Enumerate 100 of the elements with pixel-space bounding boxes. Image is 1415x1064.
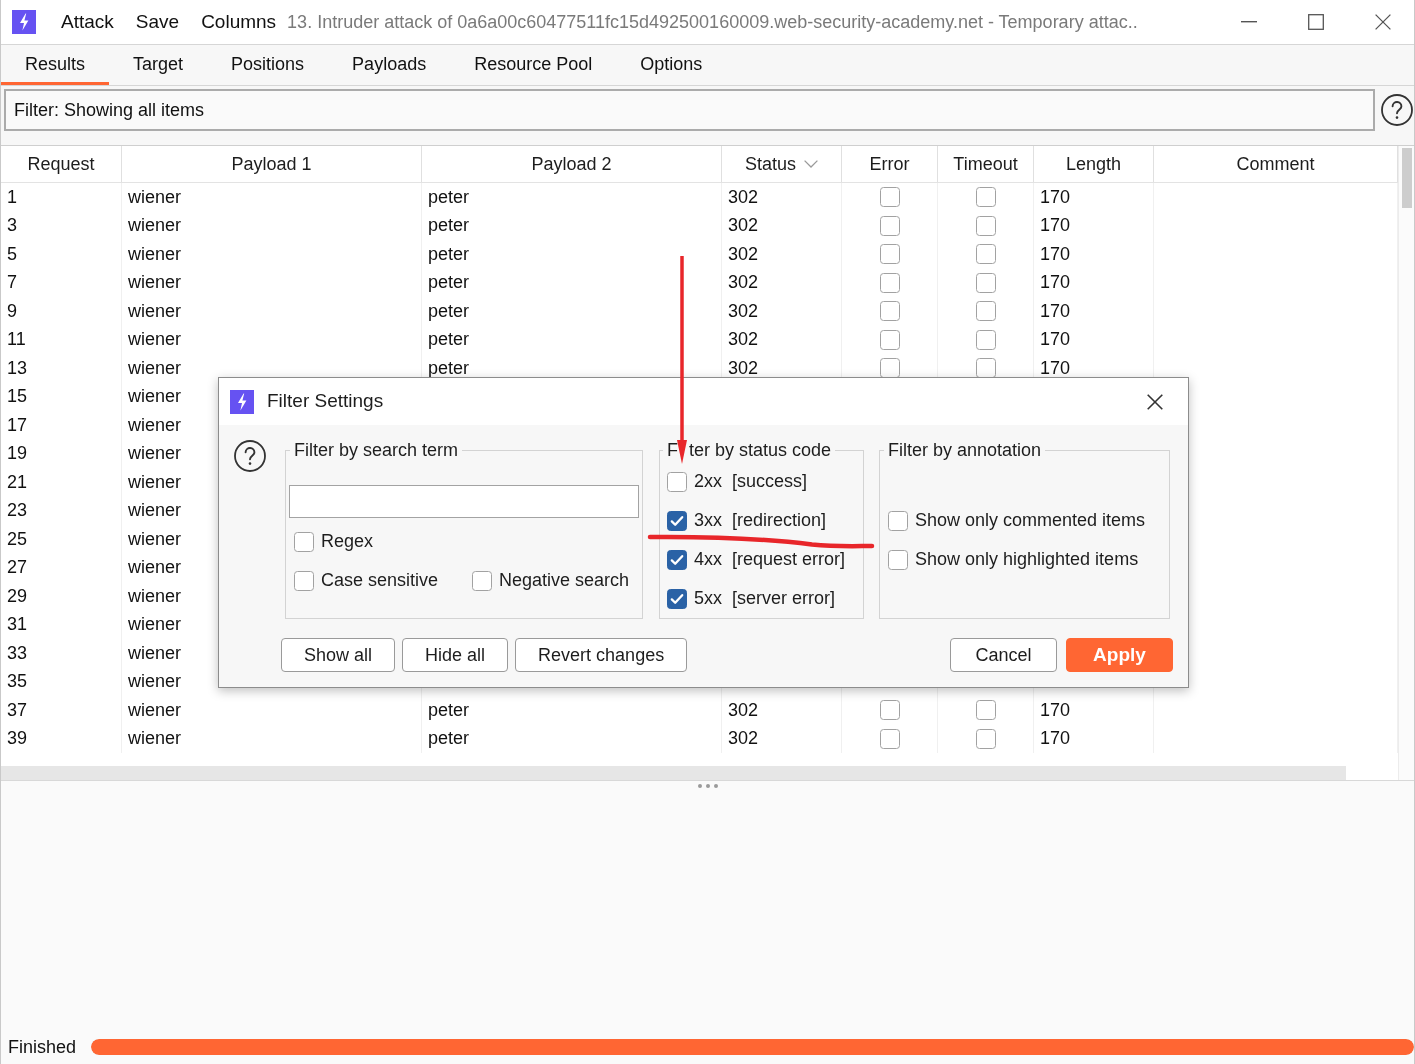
help-icon[interactable] — [1381, 94, 1413, 126]
table-cell: 31 — [1, 610, 122, 639]
checkbox[interactable] — [667, 549, 687, 570]
close-icon[interactable] — [1375, 14, 1391, 30]
table-cell: wiener — [122, 240, 422, 269]
table-cell: peter — [422, 268, 722, 297]
grip-icon[interactable] — [697, 783, 718, 788]
tab[interactable]: Positions — [207, 45, 329, 85]
table-cell: 37 — [1, 696, 122, 725]
column-header[interactable]: Error — [842, 146, 938, 182]
checkbox[interactable] — [975, 272, 996, 293]
dialog-button[interactable]: Cancel — [950, 638, 1057, 672]
search-field[interactable] — [289, 485, 639, 518]
group-legend: ter by status code — [689, 440, 832, 460]
close-icon[interactable] — [1147, 393, 1163, 410]
column-header[interactable]: Length — [1034, 146, 1154, 182]
checkbox[interactable] — [879, 215, 900, 236]
table-cell: 302 — [722, 240, 842, 269]
checkbox-label[interactable]: [server error] — [732, 585, 836, 612]
checkbox[interactable] — [879, 329, 900, 350]
table-cell: peter — [422, 183, 722, 212]
table-cell: 302 — [722, 724, 842, 753]
table-cell: 21 — [1, 468, 122, 497]
checkbox[interactable] — [879, 187, 900, 208]
column-header[interactable]: Timeout — [938, 146, 1034, 182]
lightning-logo-icon — [12, 10, 36, 34]
checkbox[interactable] — [294, 531, 314, 552]
checkbox-label[interactable]: [redirection] — [732, 507, 827, 534]
minimize-icon[interactable] — [1241, 21, 1257, 23]
checkbox[interactable] — [879, 728, 900, 749]
tab[interactable]: Target — [109, 45, 208, 85]
checkbox[interactable] — [667, 588, 687, 609]
scrollbar-thumb[interactable] — [1401, 148, 1412, 208]
column-header[interactable]: Payload 2 — [422, 146, 722, 182]
checkbox[interactable] — [879, 358, 900, 379]
status-code-label[interactable]: 5xx — [694, 585, 722, 612]
tab[interactable]: Options — [616, 45, 727, 85]
dialog-button[interactable]: Revert changes — [515, 638, 688, 672]
table-cell: 15 — [1, 382, 122, 411]
table-cell: peter — [422, 240, 722, 269]
checkbox-label[interactable]: Show only commented items — [915, 507, 1146, 534]
checkbox[interactable] — [888, 510, 908, 531]
table-cell: peter — [422, 211, 722, 240]
table-cell: wiener — [122, 696, 422, 725]
group-legend: F — [667, 440, 678, 460]
filter-bar[interactable]: Filter: Showing all items — [4, 89, 1375, 131]
table-cell: 39 — [1, 724, 122, 753]
table-cell: 170 — [1034, 268, 1154, 297]
status-code-label[interactable]: 2xx — [694, 468, 722, 495]
table-cell: 170 — [1034, 211, 1154, 240]
table-cell: 3 — [1, 211, 122, 240]
checkbox[interactable] — [667, 471, 687, 492]
checkbox[interactable] — [975, 244, 996, 265]
checkbox[interactable] — [294, 570, 314, 591]
checkbox[interactable] — [975, 215, 996, 236]
checkbox[interactable] — [879, 244, 900, 265]
table-cell: 302 — [722, 325, 842, 354]
checkbox-label[interactable]: Regex — [321, 528, 374, 555]
tab[interactable]: Payloads — [328, 45, 451, 85]
status-code-label[interactable]: 4xx — [694, 546, 722, 573]
table-cell: wiener — [122, 268, 422, 297]
dialog-button[interactable]: Hide all — [402, 638, 509, 672]
help-icon[interactable] — [234, 440, 266, 472]
menu-item[interactable]: Columns — [201, 10, 277, 34]
checkbox[interactable] — [975, 358, 996, 379]
table-cell: 13 — [1, 354, 122, 383]
checkbox[interactable] — [975, 301, 996, 322]
menu-item[interactable]: Attack — [61, 10, 114, 34]
table-cell: 170 — [1034, 183, 1154, 212]
maximize-icon[interactable] — [1308, 14, 1324, 30]
checkbox[interactable] — [472, 570, 492, 591]
table-cell: 19 — [1, 439, 122, 468]
column-header[interactable]: Payload 1 — [122, 146, 422, 182]
checkbox[interactable] — [879, 700, 900, 721]
checkbox[interactable] — [975, 329, 996, 350]
table-cell: wiener — [122, 183, 422, 212]
vertical-scrollbar[interactable] — [1398, 146, 1414, 780]
column-header[interactable]: Status — [722, 146, 842, 182]
checkbox[interactable] — [879, 272, 900, 293]
table-cell: 302 — [722, 297, 842, 326]
checkbox[interactable] — [879, 301, 900, 322]
checkbox-label[interactable]: [request error] — [732, 546, 846, 573]
table-cell: wiener — [122, 325, 422, 354]
dialog-button[interactable]: Show all — [281, 638, 396, 672]
menu-item[interactable]: Save — [135, 10, 180, 34]
checkbox[interactable] — [888, 549, 908, 570]
column-header[interactable]: Request — [1, 146, 122, 182]
table-cell: 35 — [1, 667, 122, 696]
table-cell: peter — [422, 724, 722, 753]
checkbox[interactable] — [975, 728, 996, 749]
checkbox-label[interactable]: Show only highlighted items — [915, 546, 1139, 573]
checkbox[interactable] — [975, 700, 996, 721]
checkbox-label[interactable]: [success] — [732, 468, 808, 495]
checkbox[interactable] — [975, 187, 996, 208]
checkbox-label[interactable]: Negative search — [499, 567, 630, 594]
table-cell: 29 — [1, 582, 122, 611]
status-code-label[interactable]: 3xx — [694, 507, 722, 534]
tab[interactable]: Resource Pool — [450, 45, 617, 85]
checkbox[interactable] — [667, 510, 687, 531]
table-cell: 33 — [1, 639, 122, 668]
